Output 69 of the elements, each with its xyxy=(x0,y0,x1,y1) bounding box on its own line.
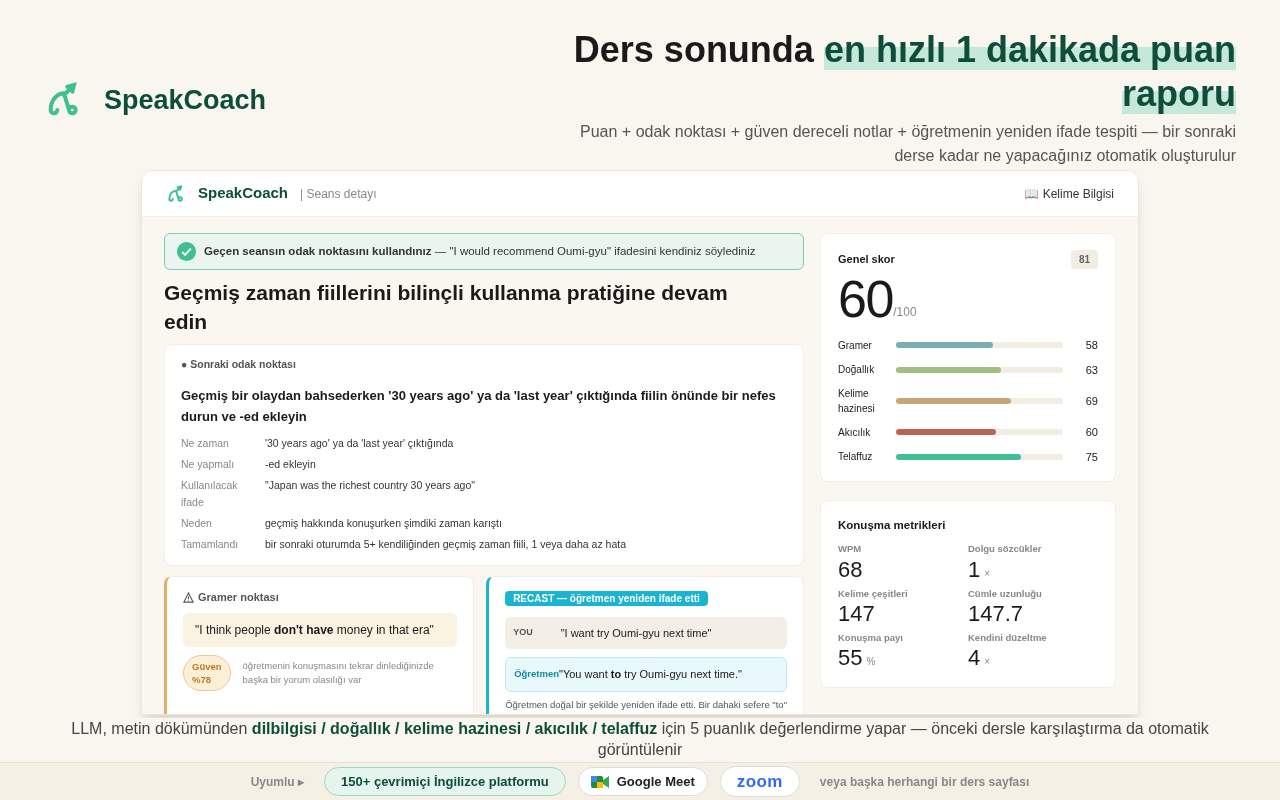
caption: LLM, metin dökümünden dilbilgisi / doğallık / kelime hazinesi / akıcılık / telaffuz için 5 puanlık değerlendirme yapar — önceki dersle karşılaştırma da otomatik görüntülenir xyxy=(70,719,1210,760)
video-camera-icon xyxy=(590,773,609,790)
score-number: 69 xyxy=(1085,393,1098,409)
focus-heading: Geçmiş bir olaydan bahsederken '30 years ago' ya da 'last year' çıktığında fiilin önünde bir nefes durun ve -ed ekleyin xyxy=(181,386,777,426)
metric-unit: × xyxy=(984,655,991,669)
metric-label: Kelime çeşitleri xyxy=(838,586,909,601)
row-value: geçmiş hakkında konuşurken şimdiki zaman karıştı xyxy=(265,515,503,531)
metric-value: 4 xyxy=(968,645,981,671)
banner-text: Geçen seansın odak noktasını kullandınız — "I would recommend Oumi-gyu" ifadesini kendiniz söylediniz xyxy=(204,243,756,259)
row-label: Ne yapmalı xyxy=(181,456,236,472)
breadcrumb: | Seans detayı xyxy=(300,185,377,203)
metric-value: 147 xyxy=(838,600,875,627)
score-title: Genel skor xyxy=(838,252,895,268)
focus-label: ● Sonraki odak noktası xyxy=(181,357,297,372)
row-value: "Japan was the richest country 30 years ago" xyxy=(265,477,476,493)
score-label: Telaffuz xyxy=(838,450,874,465)
brand-name: SpeakCoach xyxy=(104,83,267,117)
speaker-label: Öğretmen xyxy=(514,667,559,682)
check-icon xyxy=(177,242,196,261)
app-brand: SpeakCoach xyxy=(198,183,289,204)
metric-unit: × xyxy=(984,566,991,581)
metric-unit: % xyxy=(866,655,876,669)
metric-label: Cümle uzunluğu xyxy=(968,586,1043,601)
page-title: Geçmiş zaman fiillerini bilinçli kullanma pratiğine devam edin xyxy=(164,280,729,335)
score-number: 58 xyxy=(1085,338,1098,353)
metric-value: 55 xyxy=(838,645,863,671)
score-number: 60 xyxy=(1085,425,1098,440)
grammar-note: öğretmenin konuşmasını tekrar dinlediğinizde başka bir yorum olasılığı var xyxy=(242,659,435,688)
metric-label: Kendini düzeltme xyxy=(968,630,1048,645)
row-label: Neden xyxy=(181,515,213,531)
metric-label: Konuşma payı xyxy=(838,630,904,645)
confidence-badge: Güven %78 xyxy=(183,655,231,692)
score-label: Doğallık xyxy=(838,363,876,378)
metric-label: WPM xyxy=(838,542,863,557)
platform-chip: 150+ çevrimiçi İngilizce platformu xyxy=(324,766,566,797)
score-number: 75 xyxy=(1085,449,1098,465)
zoom-chip: zoom xyxy=(719,765,800,798)
metric-label: Dolgu sözcükler xyxy=(968,542,1043,557)
student-utterance: "I want try Oumi-gyu next time" xyxy=(560,625,712,641)
recast-note: Öğretmen doğal bir şekilde yeniden ifade etti. Bir dahaki sefere "to" xyxy=(505,697,787,712)
metric-value: 147.7 xyxy=(968,600,1024,627)
compatible-label: Uyumlu ▸ xyxy=(250,773,304,791)
vocabulary-link[interactable]: 📖 Kelime Bilgisi xyxy=(1024,184,1114,203)
logo-icon xyxy=(166,183,186,204)
score-label: Akıcılık xyxy=(838,425,872,440)
grammar-title: Gramer noktası xyxy=(198,589,279,605)
row-value: -ed ekleyin xyxy=(265,456,317,472)
row-value: '30 years ago' ya da 'last year' çıktığında xyxy=(265,435,455,451)
grammar-quote: "I think people don't have money in that era" xyxy=(183,613,458,648)
previous-score-badge: 81 xyxy=(1070,250,1098,269)
score-label: Kelime hazinesi xyxy=(838,387,876,416)
teacher-utterance: "You want to try Oumi-gyu next time." xyxy=(559,667,742,683)
warning-icon xyxy=(183,591,194,603)
metric-value: 1 xyxy=(968,556,981,583)
meet-chip: Google Meet xyxy=(577,766,708,797)
speaker-label: YOU xyxy=(513,626,533,640)
subtitle: Puan + odak noktası + güven dereceli notlar + öğretmenin yeniden ifade tespiti — bir sonraki derse kadar ne yapacağınız otomatik oluşturulur xyxy=(579,122,1236,166)
footer-note: veya başka herhangi bir ders sayfası xyxy=(819,773,1030,791)
metric-value: 68 xyxy=(838,556,863,583)
metrics-title: Konuşma metrikleri xyxy=(838,518,947,533)
row-label: Kullanılacak ifade xyxy=(181,477,239,510)
row-label: Ne zaman xyxy=(181,435,230,451)
score-label: Gramer xyxy=(838,338,873,353)
score-number: 63 xyxy=(1085,362,1098,378)
recast-badge: RECAST — öğretmen yeniden ifade etti xyxy=(505,590,708,606)
row-label: Tamamlandı xyxy=(181,536,240,552)
score-max: /100 xyxy=(893,305,917,321)
score-value: 60 xyxy=(838,269,894,329)
row-value: bir sonraki oturumda 5+ kendiliğinden geçmiş zaman fiili, 1 veya daha az hata xyxy=(265,536,627,552)
